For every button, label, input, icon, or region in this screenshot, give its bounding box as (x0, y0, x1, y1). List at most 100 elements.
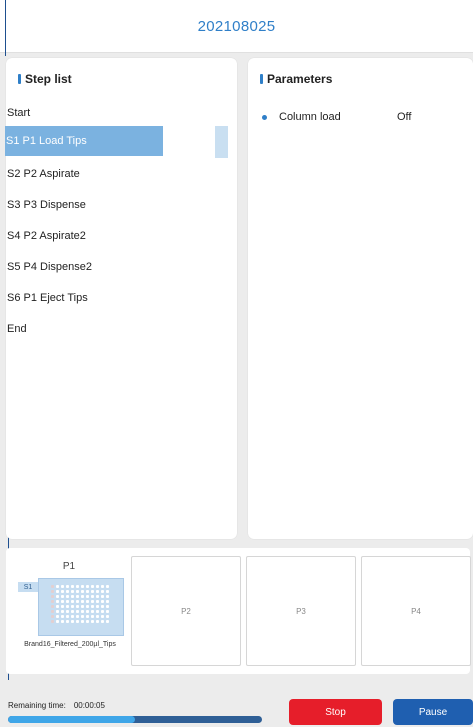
plate-well (76, 610, 79, 613)
plate-well (101, 620, 104, 623)
deck-slot-p1[interactable]: P1 S1 Brand16_Filtered_200µl_Tips (10, 554, 128, 666)
step-item-s4[interactable]: S4 P2 Aspirate2 (6, 221, 164, 251)
stop-button[interactable]: Stop (289, 699, 382, 725)
plate-well (91, 615, 94, 618)
bullet-icon (262, 114, 267, 120)
parameter-name: Column load (279, 111, 341, 123)
well-grid (50, 584, 110, 624)
step-item-end[interactable]: End (6, 314, 164, 344)
plate-well (56, 590, 59, 593)
header-accent-bar (18, 74, 21, 84)
parameters-panel: Parameters Column load Off (248, 58, 473, 539)
step-item-s5[interactable]: S5 P4 Dispense2 (6, 252, 164, 282)
plate-well (61, 590, 64, 593)
plate-well (91, 590, 94, 593)
plate-well (66, 595, 69, 598)
plate-well (71, 600, 74, 603)
plate-well (86, 595, 89, 598)
plate-well (96, 605, 99, 608)
plate-well (76, 600, 79, 603)
plate-well (86, 600, 89, 603)
deck-layout: P1 S1 Brand16_Filtered_200µl_Tips P2 P3 … (6, 548, 471, 674)
plate-well (71, 605, 74, 608)
deck-slot-p3[interactable]: P3 (246, 556, 356, 666)
header-accent-bar (260, 74, 263, 84)
plate-well (106, 615, 109, 618)
plate-well (101, 585, 104, 588)
plate-well (91, 620, 94, 623)
plate-well (91, 610, 94, 613)
step-item-s3[interactable]: S3 P3 Dispense (6, 190, 164, 220)
plate-well (96, 590, 99, 593)
plate-well (86, 620, 89, 623)
slot-label: P3 (296, 606, 306, 616)
plate-well (81, 610, 84, 613)
plate-well (76, 620, 79, 623)
plate-well (106, 595, 109, 598)
plate-well (71, 590, 74, 593)
plate-well (106, 590, 109, 593)
step-item-s1[interactable]: S1 P1 Load Tips (5, 126, 163, 156)
step-list-scrollbar[interactable] (215, 126, 228, 158)
plate-well (51, 590, 54, 593)
step-label: S5 P4 Dispense2 (7, 261, 92, 273)
plate-well (106, 620, 109, 623)
plate-well (96, 595, 99, 598)
parameter-row-column-load[interactable]: Column load Off (262, 111, 411, 123)
plate-well (66, 605, 69, 608)
plate-well (66, 585, 69, 588)
remaining-time-label: Remaining time: (8, 701, 66, 710)
step-item-s6[interactable]: S6 P1 Eject Tips (6, 283, 164, 313)
plate-well (71, 610, 74, 613)
plate-well (51, 595, 54, 598)
title-bar: 202108025 (0, 0, 473, 53)
plate-well (81, 620, 84, 623)
plate-well (101, 615, 104, 618)
plate-well (51, 605, 54, 608)
pause-button[interactable]: Pause (393, 699, 473, 725)
plate-well (76, 585, 79, 588)
plate-well (86, 610, 89, 613)
plate-well (61, 615, 64, 618)
tip-rack-plate[interactable] (38, 578, 124, 636)
plate-well (61, 595, 64, 598)
plate-well (91, 585, 94, 588)
plate-well (76, 615, 79, 618)
plate-well (86, 605, 89, 608)
plate-well (56, 610, 59, 613)
window-title: 202108025 (197, 17, 276, 35)
plate-well (66, 615, 69, 618)
plate-well (51, 615, 54, 618)
parameters-title: Parameters (267, 72, 333, 86)
plate-well (56, 605, 59, 608)
step-list-header: Step list (18, 72, 72, 86)
step-label: End (7, 323, 27, 335)
plate-well (96, 600, 99, 603)
plate-well (81, 600, 84, 603)
deck-slot-p2[interactable]: P2 (131, 556, 241, 666)
plate-well (91, 605, 94, 608)
step-item-start[interactable]: Start (6, 98, 164, 128)
step-label: Start (7, 107, 31, 119)
plate-well (71, 615, 74, 618)
plate-well (66, 620, 69, 623)
plate-well (86, 590, 89, 593)
step-list-panel: Step list Start S1 P1 Load Tips S2 P2 As… (5, 58, 237, 539)
plate-well (96, 615, 99, 618)
plate-well (66, 610, 69, 613)
plate-well (51, 585, 54, 588)
plate-well (71, 620, 74, 623)
plate-well (61, 610, 64, 613)
plate-well (91, 600, 94, 603)
slot-label: P4 (411, 606, 421, 616)
step-item-s2[interactable]: S2 P2 Aspirate (6, 159, 164, 189)
plate-well (96, 620, 99, 623)
step-label: S6 P1 Eject Tips (7, 292, 88, 304)
plate-well (56, 615, 59, 618)
plate-well (86, 585, 89, 588)
deck-slot-p4[interactable]: P4 (361, 556, 471, 666)
plate-name: Brand16_Filtered_200µl_Tips (24, 641, 116, 648)
slot-label: P1 (62, 561, 76, 572)
plate-step-tag: S1 (18, 582, 38, 592)
plate-well (51, 600, 54, 603)
